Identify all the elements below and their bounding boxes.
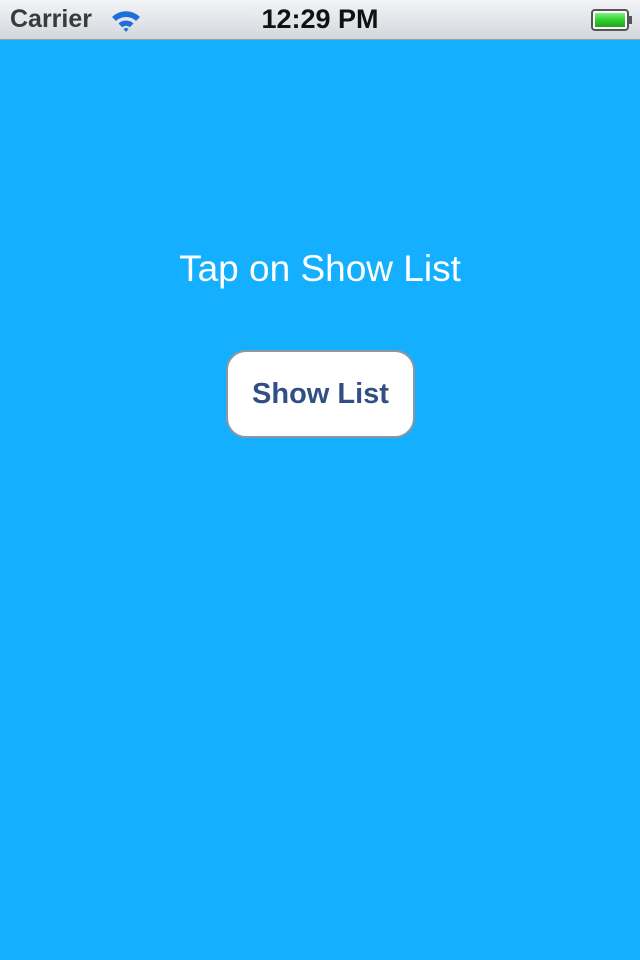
status-time: 12:29 PM bbox=[261, 4, 379, 34]
status-bar: Carrier 12:29 PM bbox=[0, 0, 640, 40]
show-list-button[interactable]: Show List bbox=[226, 350, 415, 438]
instruction-label: Tap on Show List bbox=[179, 248, 461, 289]
battery-full-icon bbox=[591, 9, 632, 31]
